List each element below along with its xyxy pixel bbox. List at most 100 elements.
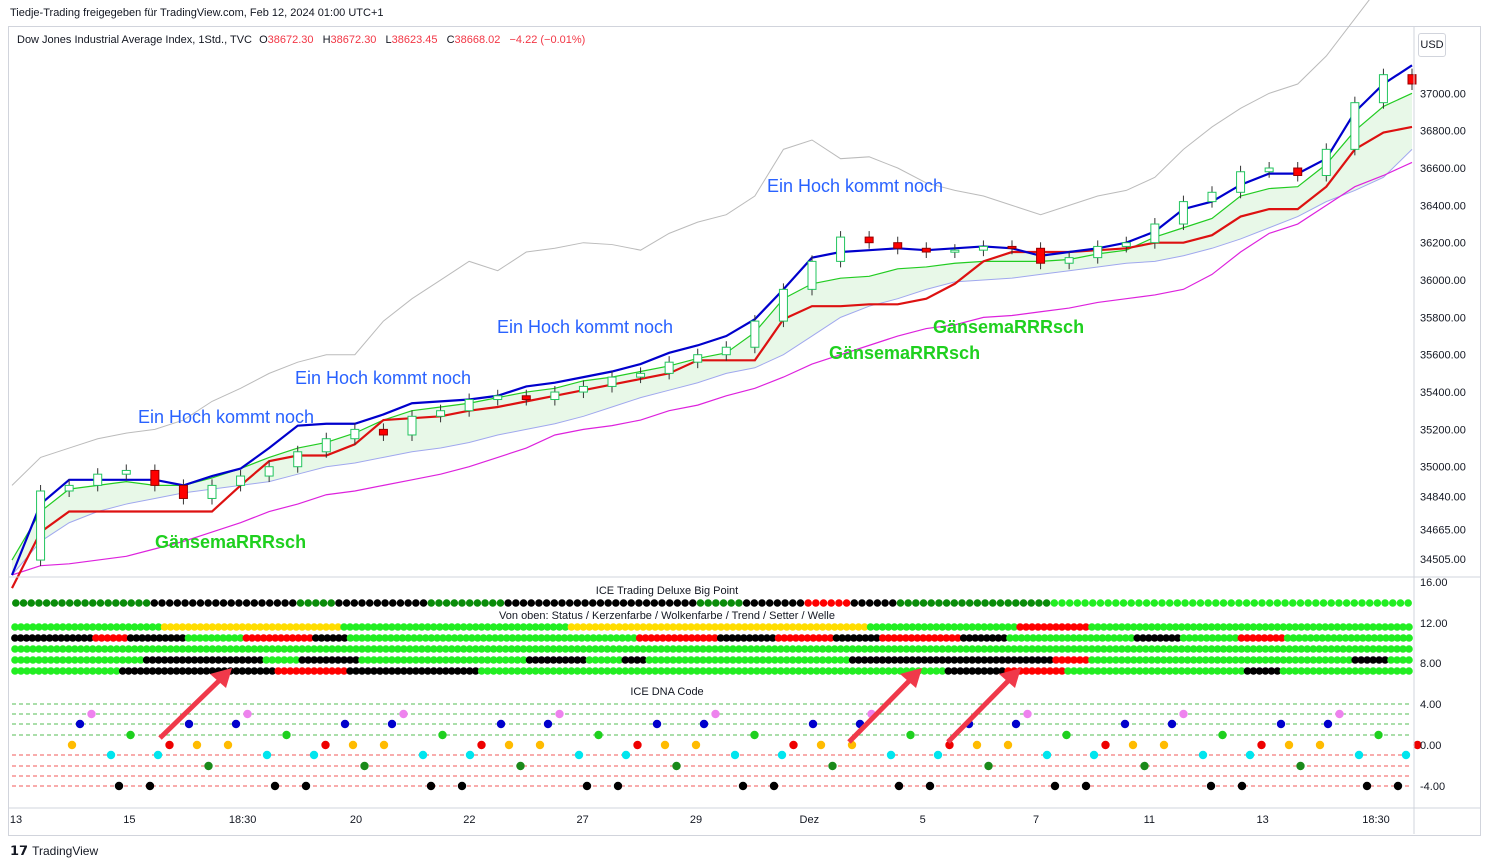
big-point-dot	[881, 599, 889, 607]
candle-body	[1093, 245, 1103, 259]
big-point-dot	[1365, 599, 1374, 607]
big-point-dot	[1150, 599, 1159, 607]
big-point-dot	[1312, 599, 1320, 607]
big-point-dot	[1096, 599, 1105, 607]
dna-dot	[321, 740, 330, 750]
price-tick-label: 36600.00	[1420, 163, 1466, 175]
big-point-dot	[1181, 599, 1189, 607]
dna-dot	[457, 781, 467, 791]
dna-dot	[87, 709, 96, 719]
candle-body	[693, 354, 703, 363]
dna-dot	[1140, 761, 1149, 771]
big-point-dot	[1258, 599, 1266, 607]
big-point-dot	[1012, 599, 1020, 607]
time-tick-label: 15	[123, 814, 135, 826]
dna-dot	[477, 740, 486, 750]
candle-body	[1036, 247, 1046, 264]
big-point-dot	[673, 599, 682, 607]
big-point-dot	[1135, 599, 1143, 607]
big-point-dot	[719, 599, 728, 607]
big-point-dot	[827, 599, 836, 607]
dna-dot	[543, 719, 553, 729]
dna-dot	[270, 781, 280, 791]
big-point-dot	[1358, 599, 1366, 607]
candle-body	[893, 242, 903, 249]
annotation-gaensemarsch: GänsemaRRRsch	[829, 343, 980, 363]
big-point-dot	[288, 599, 297, 607]
price-tick-label: 36200.00	[1420, 238, 1466, 250]
dna-dot	[1042, 750, 1052, 760]
dna-dot	[496, 719, 506, 729]
candle-body	[607, 376, 617, 387]
big-point-dot	[1405, 667, 1413, 675]
candle-body	[178, 484, 188, 499]
big-point-dot	[1350, 599, 1359, 607]
dna-dot	[672, 761, 681, 771]
big-point-dot	[558, 599, 566, 607]
candle-body	[1150, 223, 1160, 244]
tradingview-brand: TradingView	[32, 844, 99, 858]
big-point-dot	[158, 599, 166, 607]
big-point-dot	[1388, 599, 1397, 607]
big-point-dot	[1127, 599, 1136, 607]
big-point-dot	[896, 599, 905, 607]
big-point-dot	[1396, 599, 1405, 607]
annotation-hoch: Ein Hoch kommt noch	[497, 317, 673, 337]
dna-dot	[1159, 740, 1169, 750]
big-point-dot	[665, 599, 674, 607]
candle-body	[321, 438, 331, 453]
big-point-dot	[1027, 599, 1036, 607]
big-point-dot	[73, 599, 82, 607]
tradingview-footer[interactable]: 𝟭𝟳 TradingView	[10, 843, 98, 859]
big-point-dot	[27, 599, 36, 607]
time-tick-label: 7	[1033, 814, 1039, 826]
big-point-dot	[235, 599, 243, 607]
big-point-dot	[704, 599, 712, 607]
big-point-dot	[435, 599, 443, 607]
big-point-dot	[581, 599, 589, 607]
time-tick-label: 29	[690, 814, 702, 826]
big-point-dot	[465, 599, 474, 607]
dna-dot	[1257, 740, 1266, 750]
big-point-dot	[573, 599, 582, 607]
big-point-dot	[173, 599, 182, 607]
big-point-dot	[850, 599, 859, 607]
big-point-dot	[727, 599, 736, 607]
price-tick-label: 36000.00	[1420, 275, 1466, 287]
candle-body	[1407, 74, 1417, 85]
axes: 37000.00 36800.00 36600.00 36400.00 36200.00…	[8, 26, 1480, 834]
big-point-dot	[96, 599, 105, 607]
dna-title: ICE DNA Code	[630, 686, 703, 698]
arrow-shaft	[946, 672, 1017, 744]
big-point-dot	[412, 599, 420, 607]
big-point-dot	[1204, 599, 1212, 607]
big-point-dot	[627, 599, 636, 607]
big-point-dot	[1158, 599, 1166, 607]
dna-dot	[1062, 730, 1071, 740]
dna-dot	[282, 730, 291, 740]
price-tick-label: 34840.00	[1420, 492, 1466, 504]
dna-dot	[769, 781, 779, 791]
big-point-dot	[835, 599, 843, 607]
big-point-dot	[1250, 599, 1259, 607]
candle-body	[150, 469, 160, 486]
big-point-dot	[681, 599, 689, 607]
big-point-dot	[227, 599, 236, 607]
dna-dot	[1245, 750, 1255, 760]
big-point-dot	[1281, 599, 1289, 607]
dna-dot	[621, 750, 631, 760]
big-point-dot	[1119, 599, 1128, 607]
candle-body	[950, 249, 960, 253]
time-tick-label: 27	[577, 814, 589, 826]
big-point-dot	[1142, 599, 1151, 607]
big-point-dot	[304, 599, 312, 607]
big-point-dot	[488, 599, 497, 607]
big-point-dot	[1073, 599, 1082, 607]
price-tick-label: 35000.00	[1420, 462, 1466, 474]
dna-dot	[309, 750, 319, 760]
dna-dot	[1101, 740, 1110, 750]
dna-dot	[145, 781, 155, 791]
big-point-dot	[942, 599, 951, 607]
chart-canvas[interactable]: ICE Trading Deluxe Big Point Von oben: St…	[0, 0, 1488, 868]
candle-body	[807, 260, 817, 290]
